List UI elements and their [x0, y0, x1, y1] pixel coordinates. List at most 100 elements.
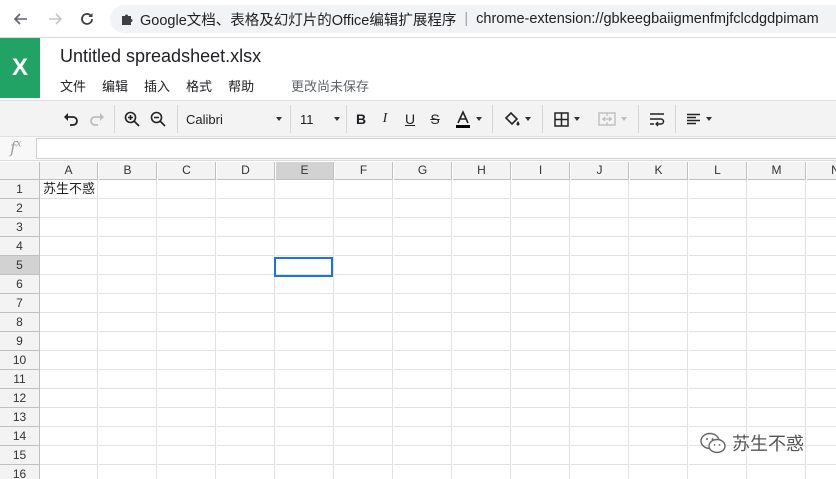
cell-e12[interactable] — [276, 389, 334, 408]
row-header-3[interactable]: 3 — [0, 218, 40, 237]
address-bar[interactable]: Google文档、表格及幻灯片的Office编辑扩展程序 | chrome-ex… — [110, 5, 836, 33]
column-header-k[interactable]: K — [630, 162, 688, 180]
row-header-8[interactable]: 8 — [0, 313, 40, 332]
cell-e1[interactable] — [276, 180, 334, 199]
cell-a8[interactable] — [40, 313, 98, 332]
cell-h6[interactable] — [453, 275, 511, 294]
cell-f10[interactable] — [335, 351, 393, 370]
cell-g16[interactable] — [394, 465, 452, 479]
column-header-i[interactable]: I — [512, 162, 570, 180]
cell-e4[interactable] — [276, 237, 334, 256]
cell-g8[interactable] — [394, 313, 452, 332]
cell-d4[interactable] — [217, 237, 275, 256]
cell-c7[interactable] — [158, 294, 216, 313]
row-header-4[interactable]: 4 — [0, 237, 40, 256]
cell-g11[interactable] — [394, 370, 452, 389]
cell-b16[interactable] — [99, 465, 157, 479]
cell-e14[interactable] — [276, 427, 334, 446]
cell-b6[interactable] — [99, 275, 157, 294]
underline-button[interactable]: U — [401, 107, 419, 131]
cell-c1[interactable] — [158, 180, 216, 199]
cell-i12[interactable] — [512, 389, 570, 408]
italic-button[interactable]: I — [376, 107, 394, 131]
cell-n12[interactable] — [807, 389, 836, 408]
cell-d8[interactable] — [217, 313, 275, 332]
cell-a7[interactable] — [40, 294, 98, 313]
row-header-7[interactable]: 7 — [0, 294, 40, 313]
cell-c8[interactable] — [158, 313, 216, 332]
cell-h11[interactable] — [453, 370, 511, 389]
cell-h4[interactable] — [453, 237, 511, 256]
cell-b11[interactable] — [99, 370, 157, 389]
cell-n15[interactable] — [807, 446, 836, 465]
cell-m8[interactable] — [748, 313, 806, 332]
cell-h14[interactable] — [453, 427, 511, 446]
column-header-f[interactable]: F — [335, 162, 393, 180]
cell-n7[interactable] — [807, 294, 836, 313]
cell-e8[interactable] — [276, 313, 334, 332]
cell-e16[interactable] — [276, 465, 334, 479]
cell-k1[interactable] — [630, 180, 688, 199]
font-size-select[interactable]: 11 — [300, 107, 340, 131]
menu-edit[interactable]: 编辑 — [102, 76, 128, 95]
cell-a9[interactable] — [40, 332, 98, 351]
cell-j1[interactable] — [571, 180, 629, 199]
cell-n10[interactable] — [807, 351, 836, 370]
cell-n16[interactable] — [807, 465, 836, 479]
cell-c15[interactable] — [158, 446, 216, 465]
cell-n8[interactable] — [807, 313, 836, 332]
column-header-e[interactable]: E — [276, 162, 334, 180]
cell-l12[interactable] — [689, 389, 747, 408]
cell-n9[interactable] — [807, 332, 836, 351]
text-color-button[interactable] — [451, 107, 485, 131]
cell-c16[interactable] — [158, 465, 216, 479]
cell-h2[interactable] — [453, 199, 511, 218]
cell-g9[interactable] — [394, 332, 452, 351]
cell-b9[interactable] — [99, 332, 157, 351]
row-header-9[interactable]: 9 — [0, 332, 40, 351]
cell-j10[interactable] — [571, 351, 629, 370]
column-header-n[interactable]: N — [807, 162, 836, 180]
cell-l6[interactable] — [689, 275, 747, 294]
cell-c5[interactable] — [158, 256, 216, 275]
document-title[interactable]: Untitled spreadsheet.xlsx — [60, 46, 261, 67]
cell-n14[interactable] — [807, 427, 836, 446]
cell-l5[interactable] — [689, 256, 747, 275]
cell-f4[interactable] — [335, 237, 393, 256]
menu-file[interactable]: 文件 — [60, 76, 86, 95]
cell-i2[interactable] — [512, 199, 570, 218]
cell-b2[interactable] — [99, 199, 157, 218]
cell-e11[interactable] — [276, 370, 334, 389]
cell-b12[interactable] — [99, 389, 157, 408]
cell-m3[interactable] — [748, 218, 806, 237]
cell-h10[interactable] — [453, 351, 511, 370]
cell-f12[interactable] — [335, 389, 393, 408]
cell-d1[interactable] — [217, 180, 275, 199]
cell-l3[interactable] — [689, 218, 747, 237]
cell-d16[interactable] — [217, 465, 275, 479]
cell-f5[interactable] — [335, 256, 393, 275]
cell-c6[interactable] — [158, 275, 216, 294]
cell-d10[interactable] — [217, 351, 275, 370]
row-header-13[interactable]: 13 — [0, 408, 40, 427]
redo-button[interactable] — [86, 107, 108, 131]
cell-b13[interactable] — [99, 408, 157, 427]
cell-a13[interactable] — [40, 408, 98, 427]
undo-button[interactable] — [60, 107, 82, 131]
cell-c2[interactable] — [158, 199, 216, 218]
cell-j4[interactable] — [571, 237, 629, 256]
cell-b3[interactable] — [99, 218, 157, 237]
cell-i10[interactable] — [512, 351, 570, 370]
cell-n6[interactable] — [807, 275, 836, 294]
row-header-5[interactable]: 5 — [0, 256, 40, 275]
cell-g10[interactable] — [394, 351, 452, 370]
cell-j9[interactable] — [571, 332, 629, 351]
cell-f9[interactable] — [335, 332, 393, 351]
cell-l1[interactable] — [689, 180, 747, 199]
cell-i7[interactable] — [512, 294, 570, 313]
reload-button[interactable] — [72, 4, 102, 34]
cell-a5[interactable] — [40, 256, 98, 275]
cell-h7[interactable] — [453, 294, 511, 313]
cell-l2[interactable] — [689, 199, 747, 218]
cell-e10[interactable] — [276, 351, 334, 370]
